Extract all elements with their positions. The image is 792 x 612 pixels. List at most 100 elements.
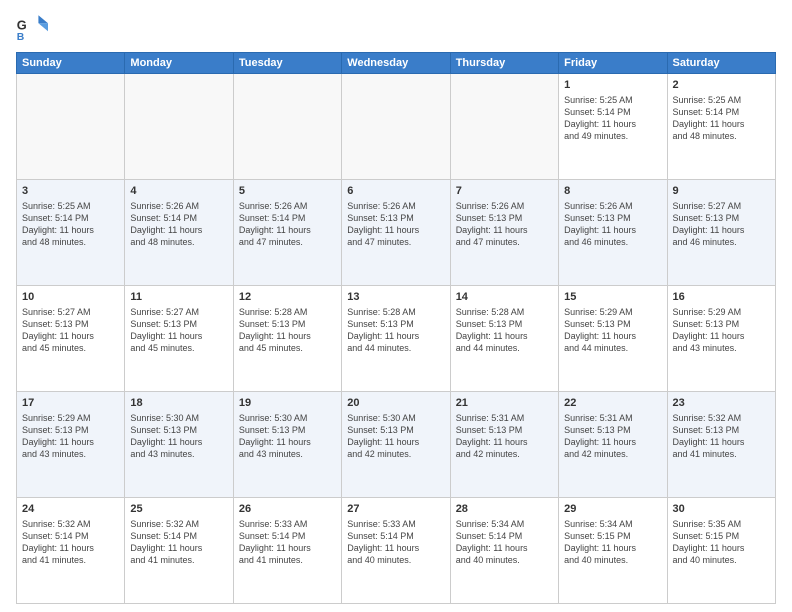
- calendar-cell: 27Sunrise: 5:33 AMSunset: 5:14 PMDayligh…: [342, 498, 450, 604]
- calendar-week-5: 24Sunrise: 5:32 AMSunset: 5:14 PMDayligh…: [17, 498, 776, 604]
- day-info: Sunrise: 5:30 AMSunset: 5:13 PMDaylight:…: [347, 412, 444, 461]
- calendar-cell: 25Sunrise: 5:32 AMSunset: 5:14 PMDayligh…: [125, 498, 233, 604]
- day-info: Sunrise: 5:26 AMSunset: 5:13 PMDaylight:…: [347, 200, 444, 249]
- day-info: Sunrise: 5:31 AMSunset: 5:13 PMDaylight:…: [564, 412, 661, 461]
- day-number: 27: [347, 502, 444, 517]
- day-number: 28: [456, 502, 553, 517]
- calendar-cell: 23Sunrise: 5:32 AMSunset: 5:13 PMDayligh…: [667, 392, 775, 498]
- calendar-cell: 26Sunrise: 5:33 AMSunset: 5:14 PMDayligh…: [233, 498, 341, 604]
- calendar-cell: [450, 74, 558, 180]
- day-number: 14: [456, 290, 553, 305]
- calendar-cell: 4Sunrise: 5:26 AMSunset: 5:14 PMDaylight…: [125, 180, 233, 286]
- day-number: 12: [239, 290, 336, 305]
- day-number: 13: [347, 290, 444, 305]
- calendar-cell: 18Sunrise: 5:30 AMSunset: 5:13 PMDayligh…: [125, 392, 233, 498]
- calendar-header-monday: Monday: [125, 53, 233, 74]
- calendar-cell: 8Sunrise: 5:26 AMSunset: 5:13 PMDaylight…: [559, 180, 667, 286]
- day-number: 18: [130, 396, 227, 411]
- calendar-cell: [17, 74, 125, 180]
- day-number: 15: [564, 290, 661, 305]
- calendar-cell: 2Sunrise: 5:25 AMSunset: 5:14 PMDaylight…: [667, 74, 775, 180]
- calendar-cell: 21Sunrise: 5:31 AMSunset: 5:13 PMDayligh…: [450, 392, 558, 498]
- day-info: Sunrise: 5:27 AMSunset: 5:13 PMDaylight:…: [22, 306, 119, 355]
- day-info: Sunrise: 5:30 AMSunset: 5:13 PMDaylight:…: [239, 412, 336, 461]
- day-number: 11: [130, 290, 227, 305]
- day-info: Sunrise: 5:32 AMSunset: 5:14 PMDaylight:…: [130, 518, 227, 567]
- calendar-header-wednesday: Wednesday: [342, 53, 450, 74]
- day-info: Sunrise: 5:29 AMSunset: 5:13 PMDaylight:…: [564, 306, 661, 355]
- day-number: 22: [564, 396, 661, 411]
- svg-text:G: G: [17, 18, 27, 33]
- day-number: 3: [22, 184, 119, 199]
- calendar-cell: 14Sunrise: 5:28 AMSunset: 5:13 PMDayligh…: [450, 286, 558, 392]
- calendar-cell: 16Sunrise: 5:29 AMSunset: 5:13 PMDayligh…: [667, 286, 775, 392]
- calendar-cell: 11Sunrise: 5:27 AMSunset: 5:13 PMDayligh…: [125, 286, 233, 392]
- day-number: 10: [22, 290, 119, 305]
- day-number: 24: [22, 502, 119, 517]
- day-number: 16: [673, 290, 770, 305]
- calendar-header-row: SundayMondayTuesdayWednesdayThursdayFrid…: [17, 53, 776, 74]
- day-info: Sunrise: 5:33 AMSunset: 5:14 PMDaylight:…: [347, 518, 444, 567]
- calendar-header-thursday: Thursday: [450, 53, 558, 74]
- day-number: 29: [564, 502, 661, 517]
- day-number: 8: [564, 184, 661, 199]
- calendar-cell: 10Sunrise: 5:27 AMSunset: 5:13 PMDayligh…: [17, 286, 125, 392]
- day-info: Sunrise: 5:30 AMSunset: 5:13 PMDaylight:…: [130, 412, 227, 461]
- day-info: Sunrise: 5:26 AMSunset: 5:13 PMDaylight:…: [564, 200, 661, 249]
- day-info: Sunrise: 5:35 AMSunset: 5:15 PMDaylight:…: [673, 518, 770, 567]
- day-info: Sunrise: 5:32 AMSunset: 5:14 PMDaylight:…: [22, 518, 119, 567]
- calendar-cell: 9Sunrise: 5:27 AMSunset: 5:13 PMDaylight…: [667, 180, 775, 286]
- day-number: 20: [347, 396, 444, 411]
- calendar-cell: 29Sunrise: 5:34 AMSunset: 5:15 PMDayligh…: [559, 498, 667, 604]
- calendar-header-sunday: Sunday: [17, 53, 125, 74]
- day-number: 5: [239, 184, 336, 199]
- calendar-cell: 19Sunrise: 5:30 AMSunset: 5:13 PMDayligh…: [233, 392, 341, 498]
- day-info: Sunrise: 5:31 AMSunset: 5:13 PMDaylight:…: [456, 412, 553, 461]
- calendar-header-tuesday: Tuesday: [233, 53, 341, 74]
- day-info: Sunrise: 5:28 AMSunset: 5:13 PMDaylight:…: [347, 306, 444, 355]
- day-info: Sunrise: 5:34 AMSunset: 5:15 PMDaylight:…: [564, 518, 661, 567]
- header: G B: [16, 12, 776, 44]
- day-number: 21: [456, 396, 553, 411]
- calendar-week-2: 3Sunrise: 5:25 AMSunset: 5:14 PMDaylight…: [17, 180, 776, 286]
- day-number: 17: [22, 396, 119, 411]
- day-number: 30: [673, 502, 770, 517]
- calendar-cell: 30Sunrise: 5:35 AMSunset: 5:15 PMDayligh…: [667, 498, 775, 604]
- calendar-header-friday: Friday: [559, 53, 667, 74]
- svg-text:B: B: [17, 32, 25, 43]
- calendar-cell: 7Sunrise: 5:26 AMSunset: 5:13 PMDaylight…: [450, 180, 558, 286]
- calendar-cell: 3Sunrise: 5:25 AMSunset: 5:14 PMDaylight…: [17, 180, 125, 286]
- day-info: Sunrise: 5:27 AMSunset: 5:13 PMDaylight:…: [130, 306, 227, 355]
- day-info: Sunrise: 5:34 AMSunset: 5:14 PMDaylight:…: [456, 518, 553, 567]
- day-number: 19: [239, 396, 336, 411]
- calendar-cell: 24Sunrise: 5:32 AMSunset: 5:14 PMDayligh…: [17, 498, 125, 604]
- day-info: Sunrise: 5:26 AMSunset: 5:13 PMDaylight:…: [456, 200, 553, 249]
- day-info: Sunrise: 5:32 AMSunset: 5:13 PMDaylight:…: [673, 412, 770, 461]
- calendar-cell: [342, 74, 450, 180]
- calendar-header-saturday: Saturday: [667, 53, 775, 74]
- calendar-table: SundayMondayTuesdayWednesdayThursdayFrid…: [16, 52, 776, 604]
- day-info: Sunrise: 5:33 AMSunset: 5:14 PMDaylight:…: [239, 518, 336, 567]
- calendar-week-3: 10Sunrise: 5:27 AMSunset: 5:13 PMDayligh…: [17, 286, 776, 392]
- calendar-cell: 20Sunrise: 5:30 AMSunset: 5:13 PMDayligh…: [342, 392, 450, 498]
- page: G B SundayMondayTuesdayWednesdayThursday…: [0, 0, 792, 612]
- calendar-week-1: 1Sunrise: 5:25 AMSunset: 5:14 PMDaylight…: [17, 74, 776, 180]
- calendar-cell: 22Sunrise: 5:31 AMSunset: 5:13 PMDayligh…: [559, 392, 667, 498]
- day-info: Sunrise: 5:29 AMSunset: 5:13 PMDaylight:…: [673, 306, 770, 355]
- logo: G B: [16, 12, 52, 44]
- day-info: Sunrise: 5:25 AMSunset: 5:14 PMDaylight:…: [673, 94, 770, 143]
- calendar-cell: 28Sunrise: 5:34 AMSunset: 5:14 PMDayligh…: [450, 498, 558, 604]
- day-info: Sunrise: 5:28 AMSunset: 5:13 PMDaylight:…: [456, 306, 553, 355]
- calendar-cell: 1Sunrise: 5:25 AMSunset: 5:14 PMDaylight…: [559, 74, 667, 180]
- calendar-cell: [125, 74, 233, 180]
- calendar-cell: 17Sunrise: 5:29 AMSunset: 5:13 PMDayligh…: [17, 392, 125, 498]
- day-info: Sunrise: 5:29 AMSunset: 5:13 PMDaylight:…: [22, 412, 119, 461]
- day-info: Sunrise: 5:27 AMSunset: 5:13 PMDaylight:…: [673, 200, 770, 249]
- day-number: 7: [456, 184, 553, 199]
- day-info: Sunrise: 5:25 AMSunset: 5:14 PMDaylight:…: [22, 200, 119, 249]
- calendar-cell: 12Sunrise: 5:28 AMSunset: 5:13 PMDayligh…: [233, 286, 341, 392]
- calendar-week-4: 17Sunrise: 5:29 AMSunset: 5:13 PMDayligh…: [17, 392, 776, 498]
- day-number: 4: [130, 184, 227, 199]
- day-info: Sunrise: 5:26 AMSunset: 5:14 PMDaylight:…: [239, 200, 336, 249]
- day-info: Sunrise: 5:28 AMSunset: 5:13 PMDaylight:…: [239, 306, 336, 355]
